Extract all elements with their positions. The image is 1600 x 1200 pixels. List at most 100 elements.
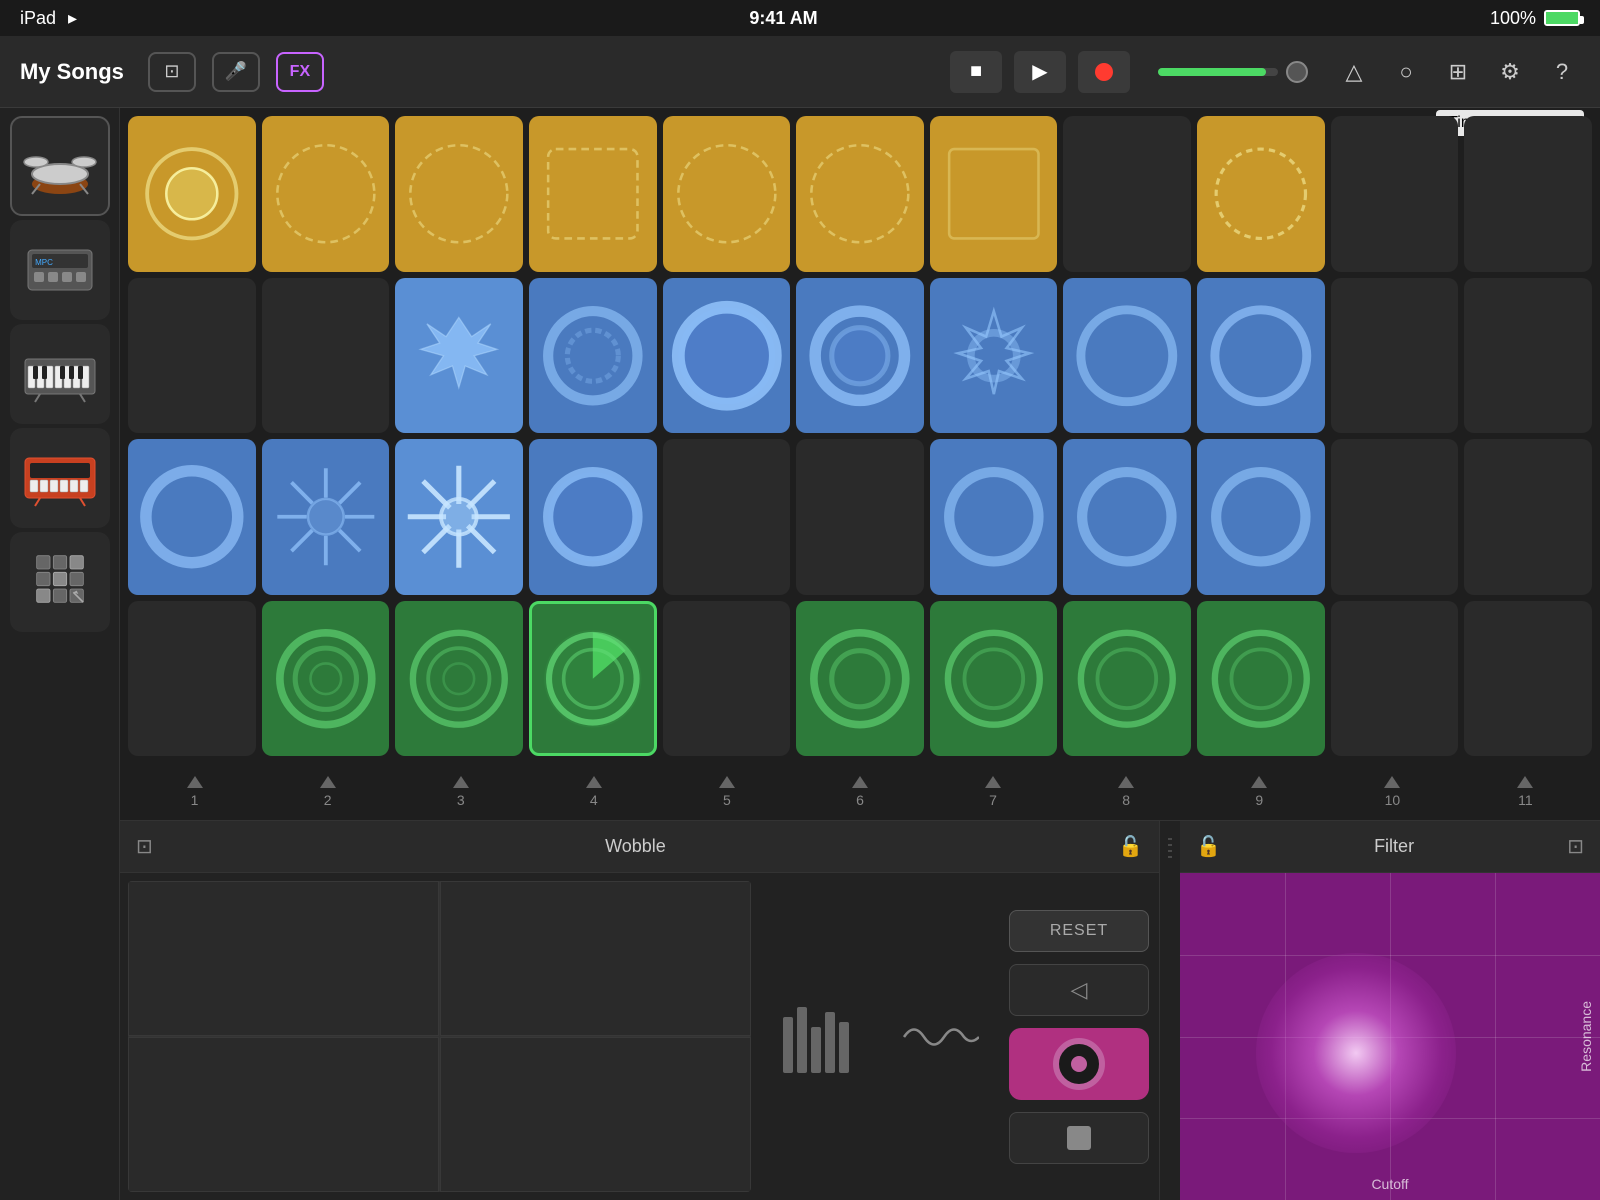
stop-button[interactable]: ■ xyxy=(950,51,1002,93)
record-button[interactable] xyxy=(1078,51,1130,93)
col-8[interactable]: 8 xyxy=(1060,764,1193,820)
battery-icon xyxy=(1544,10,1580,26)
cell-r3c11[interactable] xyxy=(1464,439,1592,595)
col-7[interactable]: 7 xyxy=(927,764,1060,820)
cell-r2c6[interactable] xyxy=(796,278,924,434)
cell-r3c6[interactable] xyxy=(796,439,924,595)
col-1[interactable]: 1 xyxy=(128,764,261,820)
filter-settings-icon[interactable]: ⊡ xyxy=(1567,834,1584,859)
cell-r2c9[interactable] xyxy=(1197,278,1325,434)
cell-r1c5[interactable] xyxy=(663,116,791,272)
cell-r1c4[interactable] xyxy=(529,116,657,272)
cell-r1c3[interactable] xyxy=(395,116,523,272)
cell-r2c4[interactable] xyxy=(529,278,657,434)
cell-r2c3[interactable] xyxy=(395,278,523,434)
cell-r3c8[interactable] xyxy=(1063,439,1191,595)
col-10[interactable]: 10 xyxy=(1326,764,1459,820)
cell-r2c8[interactable] xyxy=(1063,278,1191,434)
col-9[interactable]: 9 xyxy=(1193,764,1326,820)
cell-r2c7[interactable] xyxy=(930,278,1058,434)
cell-r4c11[interactable] xyxy=(1464,601,1592,757)
filter-lock-icon[interactable]: 🔓 xyxy=(1196,834,1221,859)
cell-r2c10[interactable] xyxy=(1331,278,1459,434)
sidebar-item-keyboard[interactable] xyxy=(10,324,110,424)
vinyl-center xyxy=(1071,1056,1087,1072)
col-8-label: 8 xyxy=(1122,792,1130,808)
cell-r4c6[interactable] xyxy=(796,601,924,757)
sidebar-item-livegrid[interactable] xyxy=(10,532,110,632)
cell-r2c11[interactable] xyxy=(1464,278,1592,434)
col-5[interactable]: 5 xyxy=(660,764,793,820)
bottom-panel: ⊡ Wobble 🔓 xyxy=(120,820,1600,1200)
loop-button[interactable]: ⊡ xyxy=(148,52,196,92)
wobble-cell-tl[interactable] xyxy=(128,881,439,1036)
wobble-lock-icon[interactable]: 🔓 xyxy=(1118,834,1143,859)
cell-r1c2[interactable] xyxy=(262,116,390,272)
sequencer-icon xyxy=(779,997,859,1077)
help-icon[interactable]: ? xyxy=(1544,59,1580,85)
wobble-cell-br[interactable] xyxy=(440,1037,751,1192)
col-11[interactable]: 11 xyxy=(1459,764,1592,820)
cell-r4c5[interactable] xyxy=(663,601,791,757)
chat-icon[interactable]: ○ xyxy=(1388,59,1424,85)
cell-r4c7[interactable] xyxy=(930,601,1058,757)
cell-r4c4[interactable] xyxy=(529,601,657,757)
fx-button[interactable]: FX xyxy=(276,52,324,92)
metronome-icon[interactable]: △ xyxy=(1336,59,1372,85)
panel-drag-handle[interactable] xyxy=(1160,821,1180,1200)
volume-knob[interactable] xyxy=(1286,61,1308,83)
record-vinyl-button[interactable] xyxy=(1009,1028,1149,1100)
cell-r1c8[interactable] xyxy=(1063,116,1191,272)
cell-r3c2[interactable] xyxy=(262,439,390,595)
cell-r3c10[interactable] xyxy=(1331,439,1459,595)
cell-r3c3[interactable] xyxy=(395,439,523,595)
cell-r4c8[interactable] xyxy=(1063,601,1191,757)
col-4[interactable]: 4 xyxy=(527,764,660,820)
settings-icon[interactable]: ⚙ xyxy=(1492,59,1528,85)
cell-r3c5[interactable] xyxy=(663,439,791,595)
cell-r3c1[interactable] xyxy=(128,439,256,595)
col-11-label: 11 xyxy=(1518,792,1533,808)
cell-r2c2[interactable] xyxy=(262,278,390,434)
cell-r3c4[interactable] xyxy=(529,439,657,595)
cell-r4c10[interactable] xyxy=(1331,601,1459,757)
volume-bar-container[interactable] xyxy=(1158,68,1278,76)
reset-button[interactable]: RESET xyxy=(1009,910,1149,952)
filter-xy-pad[interactable]: Cutoff Resonance xyxy=(1180,873,1600,1200)
cell-r4c2[interactable] xyxy=(262,601,390,757)
cell-r3c9[interactable] xyxy=(1197,439,1325,595)
cell-r2c1[interactable] xyxy=(128,278,256,434)
stop-square-button[interactable] xyxy=(1009,1112,1149,1164)
cell-r1c9[interactable] xyxy=(1197,116,1325,272)
col-3[interactable]: 3 xyxy=(394,764,527,820)
sidebar-item-synth[interactable] xyxy=(10,428,110,528)
sidebar-item-beatpad[interactable]: MPC xyxy=(10,220,110,320)
col-6-arrow xyxy=(852,776,868,788)
cell-r2c5[interactable] xyxy=(663,278,791,434)
mic-icon: 🎤 xyxy=(225,61,247,82)
cell-r3c7[interactable] xyxy=(930,439,1058,595)
sidebar-item-drums[interactable] xyxy=(10,116,110,216)
mixer-icon[interactable]: ⊞ xyxy=(1440,59,1476,85)
cell-r1c10[interactable] xyxy=(1331,116,1459,272)
col-3-label: 3 xyxy=(457,792,465,808)
cell-r4c3[interactable] xyxy=(395,601,523,757)
col-2-label: 2 xyxy=(324,792,332,808)
cell-r1c7[interactable] xyxy=(930,116,1058,272)
cell-r1c11[interactable] xyxy=(1464,116,1592,272)
wobble-xy-pad[interactable] xyxy=(128,881,751,1192)
wobble-cell-bl[interactable] xyxy=(128,1037,439,1192)
livegrid-icon xyxy=(35,554,85,611)
wobble-cell-tr[interactable] xyxy=(440,881,751,1036)
cell-r1c1[interactable] xyxy=(128,116,256,272)
play-button[interactable]: ▶ xyxy=(1014,51,1066,93)
cell-r1c6[interactable] xyxy=(796,116,924,272)
loops-grid xyxy=(120,108,1600,764)
cell-r4c9[interactable] xyxy=(1197,601,1325,757)
play-back-button[interactable]: ◁ xyxy=(1009,964,1149,1016)
mic-button[interactable]: 🎤 xyxy=(212,52,260,92)
cell-r4c1[interactable] xyxy=(128,601,256,757)
col-6[interactable]: 6 xyxy=(793,764,926,820)
wobble-settings-icon[interactable]: ⊡ xyxy=(136,834,153,859)
col-2[interactable]: 2 xyxy=(261,764,394,820)
